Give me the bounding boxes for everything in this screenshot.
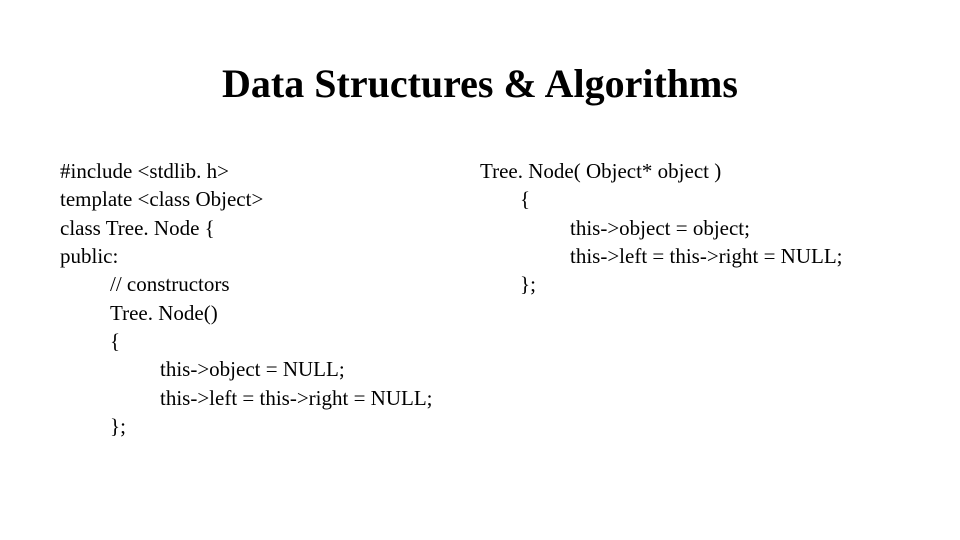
code-line: }; (480, 270, 900, 298)
right-column: Tree. Node( Object* object ) { this->obj… (480, 157, 900, 440)
code-line: this->left = this->right = NULL; (60, 384, 480, 412)
code-line: template <class Object> (60, 185, 480, 213)
slide: Data Structures & Algorithms #include <s… (0, 0, 960, 540)
slide-title: Data Structures & Algorithms (60, 60, 900, 107)
code-line: this->object = object; (480, 214, 900, 242)
code-line: }; (60, 412, 480, 440)
code-line: { (60, 327, 480, 355)
code-line: public: (60, 242, 480, 270)
code-line: class Tree. Node { (60, 214, 480, 242)
code-line: { (480, 185, 900, 213)
code-line: #include <stdlib. h> (60, 157, 480, 185)
code-line: Tree. Node( Object* object ) (480, 157, 900, 185)
code-line: this->object = NULL; (60, 355, 480, 383)
code-line: Tree. Node() (60, 299, 480, 327)
left-column: #include <stdlib. h> template <class Obj… (60, 157, 480, 440)
code-columns: #include <stdlib. h> template <class Obj… (60, 157, 900, 440)
code-line: this->left = this->right = NULL; (480, 242, 900, 270)
code-line: // constructors (60, 270, 480, 298)
